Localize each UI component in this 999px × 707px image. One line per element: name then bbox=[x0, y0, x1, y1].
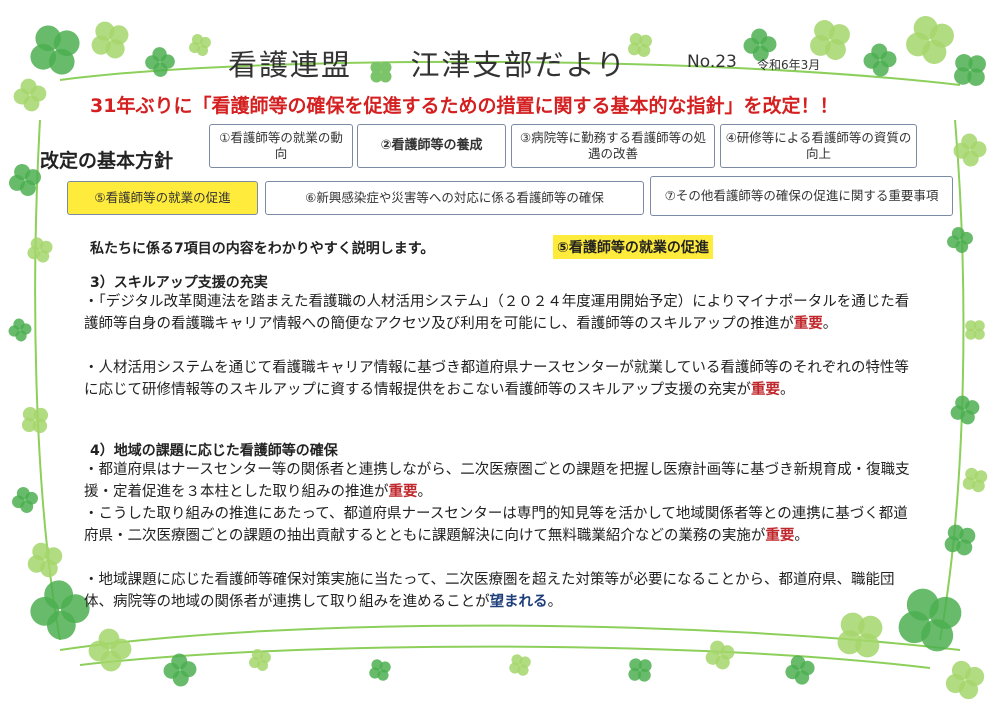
clover-icon bbox=[961, 466, 989, 494]
clover-icon bbox=[627, 657, 653, 683]
paragraph-text: ・都道府県はナースセンター等の関係者と連携しながら、二次医療圏ごとの課題を把握し… bbox=[84, 462, 910, 500]
paragraph: ・都道府県はナースセンター等の関係者と連携しながら、二次医療圏ごとの課題を把握し… bbox=[84, 459, 910, 503]
emphasis-text: 重要 bbox=[751, 382, 780, 398]
policy-box-2: ②看護師等の養成 bbox=[357, 124, 506, 168]
clover-icon bbox=[25, 235, 55, 265]
clover-icon bbox=[21, 406, 49, 434]
clover-icon bbox=[9, 484, 41, 516]
policy-box-4: ④研修等による看護師等の資質の向上 bbox=[720, 124, 917, 168]
clover-icon bbox=[25, 540, 65, 580]
policy-label: 改定の基本方針 bbox=[40, 150, 174, 172]
clover-icon bbox=[944, 224, 976, 256]
issue-number: No.23 bbox=[687, 52, 737, 72]
paragraph-tail: 。 bbox=[794, 528, 809, 544]
paragraph-text: ・「デジタル改革関連法を踏まえた看護職の人材活用システム」（２０２４年度運用開始… bbox=[84, 294, 910, 332]
intro-topic-tag: ⑤看護師等の就業の促進 bbox=[553, 235, 713, 259]
emphasis-text: 望まれる bbox=[489, 594, 548, 610]
intro-text: 私たちに係る7項目の内容をわかりやすく説明します。 bbox=[90, 241, 435, 257]
clover-icon bbox=[142, 44, 178, 80]
policy-box-5: ⑤看護師等の就業の促進 bbox=[67, 181, 258, 215]
clover-icon bbox=[369, 56, 393, 83]
title-right: 江津支部だより bbox=[410, 48, 627, 82]
clover-icon bbox=[367, 657, 393, 683]
paragraph: ・人材活用システムを通じて看護職キャリア情報に基づき都道府県ナースセンターが就業… bbox=[84, 357, 910, 401]
clover-icon bbox=[902, 12, 958, 68]
headline: 31年ぶりに「看護師等の確保を促進するための措置に関する基本的な指針」を改定！！ bbox=[90, 95, 839, 117]
section-heading: 3）スキルアップ支援の充実 bbox=[90, 275, 268, 291]
paragraph: ・こうした取り組みの推進にあたって、都道府県ナースセンターは専門的知見等を活かし… bbox=[84, 503, 910, 547]
paragraph-tail: 。 bbox=[547, 594, 563, 610]
clover-icon bbox=[89, 19, 131, 61]
clover-icon bbox=[27, 22, 83, 78]
clover-icon bbox=[627, 32, 653, 58]
issue-date: 令和6年3月 bbox=[757, 58, 821, 72]
clover-icon bbox=[507, 652, 533, 678]
clover-icon bbox=[835, 610, 885, 660]
clover-icon bbox=[860, 40, 900, 80]
clover-icon bbox=[942, 522, 978, 558]
emphasis-text: 重要 bbox=[388, 484, 418, 500]
clover-icon bbox=[6, 316, 34, 344]
policy-box-3: ③病院等に勤務する看護師等の処遇の改善 bbox=[511, 124, 715, 168]
paragraph: ・地域課題に応じた看護師等確保対策実施に当たって、二次医療圏を超えた対策等が必要… bbox=[84, 569, 910, 613]
clover-icon bbox=[84, 624, 136, 676]
policy-box-1: ①看護師等の就業の動向 bbox=[209, 124, 353, 168]
clover-icon bbox=[187, 32, 213, 58]
paragraph-tail: 。 bbox=[417, 484, 433, 500]
title-left: 看護連盟 bbox=[228, 48, 353, 82]
clover-icon bbox=[948, 393, 982, 427]
paragraph: ・「デジタル改革関連法を踏まえた看護職の人材活用システム」（２０２４年度運用開始… bbox=[84, 291, 910, 335]
clover-icon bbox=[953, 53, 987, 87]
section-heading: 4）地域の課題に応じた看護師等の確保 bbox=[90, 443, 338, 459]
clover-icon bbox=[782, 652, 818, 688]
clover-icon bbox=[10, 75, 50, 115]
clover-icon bbox=[703, 638, 737, 672]
paragraph-tail: 。 bbox=[822, 316, 838, 332]
paragraph-tail: 。 bbox=[780, 382, 795, 398]
clover-icon bbox=[942, 657, 988, 703]
emphasis-text: 重要 bbox=[793, 316, 823, 332]
policy-box-7: ⑦その他看護師等の確保の促進に関する重要事項 bbox=[650, 176, 953, 216]
clover-icon bbox=[965, 320, 985, 340]
policy-box-6: ⑥新興感染症や災害等への対応に係る看護師等の確保 bbox=[265, 181, 644, 215]
emphasis-text: 重要 bbox=[765, 528, 795, 544]
newsletter-title: 看護連盟 江津支部だより bbox=[228, 42, 627, 84]
